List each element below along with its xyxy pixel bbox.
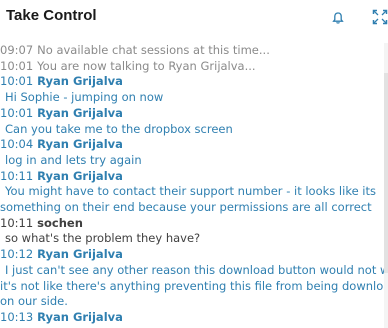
message-header: 10:04 Ryan Grijalva (0, 137, 384, 153)
sender-name: Ryan Grijalva (37, 137, 123, 152)
message-header: 10:11 Ryan Grijalva (0, 169, 384, 185)
sender-name: Ryan Grijalva (37, 247, 123, 262)
chat-scrollbar[interactable] (384, 43, 388, 328)
message-text: log in and lets try again (5, 152, 142, 167)
sender-name: Ryan Grijalva (37, 74, 123, 89)
message-text: I just can't see any other reason this d… (5, 262, 384, 277)
expand-icon[interactable] (372, 9, 388, 25)
system-message: 10:01 You are now talking to Ryan Grijalv… (0, 59, 384, 75)
sender-name: Ryan Grijalva (37, 168, 123, 183)
message-header: 10:01 Ryan Grijalva (0, 74, 384, 90)
message-text: Can you take me to the dropbox screen (5, 121, 233, 136)
message-text: Hi Sophie - jumping on now (5, 90, 164, 105)
message-timestamp: 10:11 (0, 168, 34, 183)
message-text: so what's the problem they have? (5, 231, 201, 246)
scrollbar-thumb[interactable] (384, 73, 388, 273)
message-header: 10:01 Ryan Grijalva (0, 106, 384, 122)
message-timestamp: 10:12 (0, 247, 34, 262)
sender-name: Ryan Grijalva (37, 105, 123, 120)
system-message-text: No available chat sessions at this time.… (37, 43, 270, 57)
message-timestamp: 10:01 (0, 105, 34, 120)
message-timestamp: 10:13 (0, 309, 34, 324)
sender-name: sochen (37, 215, 83, 230)
message-header: 10:12 Ryan Grijalva (0, 247, 384, 263)
message-timestamp: 09:07 (0, 43, 34, 57)
sender-name: Ryan Grijalva (37, 309, 123, 324)
message-header: 10:11 sochen (0, 216, 384, 232)
message-text: You might have to contact their support … (5, 184, 376, 199)
system-message-text: You are now talking to Ryan Grijalva... (37, 58, 256, 73)
message-timestamp: 10:11 (0, 215, 34, 230)
message-timestamp: 10:04 (0, 137, 34, 152)
title-bar: Take Control (0, 0, 388, 36)
message-timestamp: 10:01 (0, 58, 34, 73)
system-message: 09:07 No available chat sessions at this … (0, 43, 384, 59)
message-header: 10:13 Ryan Grijalva (0, 310, 384, 326)
message-text: on our side. (0, 294, 68, 309)
message-timestamp: 10:01 (0, 74, 34, 89)
bell-icon[interactable] (331, 10, 345, 24)
message-text: it's not like there's anything preventin… (0, 278, 384, 293)
window-title: Take Control (6, 7, 97, 24)
message-text: something on their end because your perm… (0, 200, 372, 215)
chat-transcript: 09:07 No available chat sessions at this … (0, 43, 384, 328)
